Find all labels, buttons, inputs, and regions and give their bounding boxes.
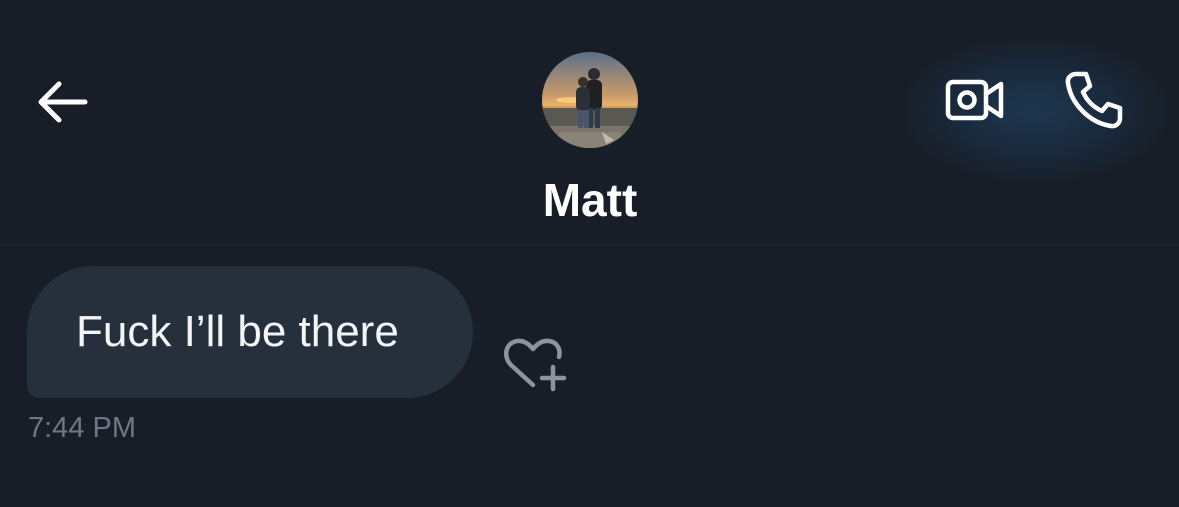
back-button[interactable]	[28, 72, 94, 132]
message-text: Fuck I’ll be there	[76, 307, 399, 356]
arrow-left-icon	[38, 81, 88, 123]
voice-call-button[interactable]	[1058, 64, 1130, 136]
add-reaction-button[interactable]	[498, 332, 570, 396]
phone-icon	[1065, 71, 1123, 129]
heart-plus-icon	[503, 338, 567, 392]
contact-name[interactable]: Matt	[440, 170, 740, 230]
avatar[interactable]	[542, 52, 638, 148]
dm-conversation-screen: Matt Fuck I’ll be there 7:44 PM	[0, 0, 1179, 507]
message-timestamp: 7:44 PM	[28, 412, 136, 444]
video-camera-icon	[945, 79, 1004, 121]
video-call-button[interactable]	[938, 68, 1012, 132]
profile-photo	[542, 52, 638, 148]
header-divider	[0, 244, 1179, 245]
conversation-header: Matt	[0, 0, 1179, 245]
